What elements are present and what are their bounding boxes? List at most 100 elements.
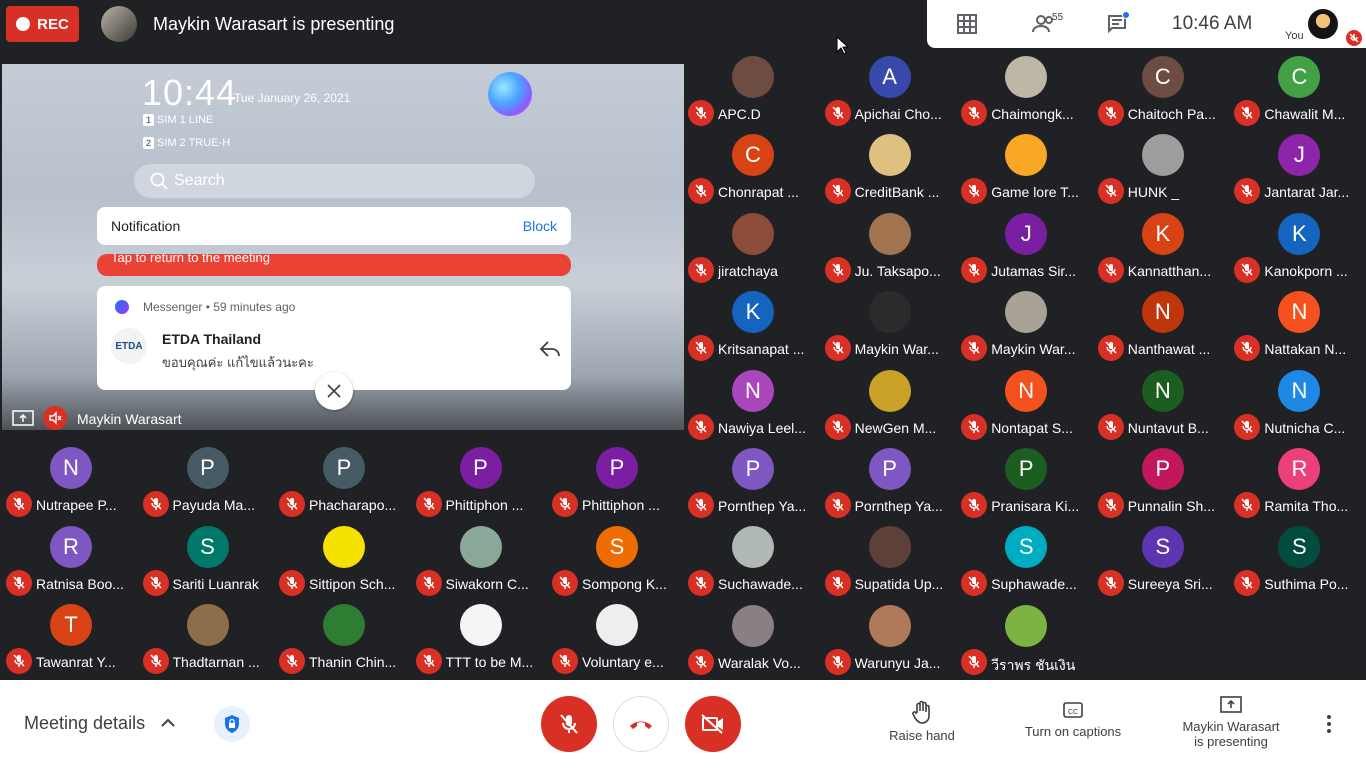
participant-tile[interactable]: Maykin War... — [821, 285, 957, 363]
muted-mic-icon — [961, 178, 988, 205]
participant-tile[interactable]: Thadtarnan ... — [139, 598, 275, 676]
participant-tile[interactable]: วีราพร ชันเงิน — [957, 599, 1093, 677]
participant-tile[interactable]: N Nanthawat ... — [1094, 285, 1230, 363]
bottom-toolbar: Meeting details Raise hand CC Turn on ca… — [0, 680, 1366, 768]
participant-tile[interactable]: P Payuda Ma... — [139, 441, 275, 519]
shield-lock-icon — [225, 715, 239, 733]
participant-tile[interactable]: N Nattakan N... — [1230, 285, 1366, 363]
meeting-details-button[interactable]: Meeting details — [24, 713, 145, 734]
camera-toggle-button[interactable] — [685, 696, 741, 752]
chevron-up-icon[interactable] — [160, 718, 176, 728]
participant-tile[interactable]: K Kannatthan... — [1094, 207, 1230, 285]
captions-icon: CC — [1063, 702, 1083, 718]
participant-tile[interactable]: Sittipon Sch... — [275, 520, 411, 598]
participant-tile[interactable]: P Phittiphon ... — [412, 441, 548, 519]
participant-tile[interactable]: A Apichai Cho... — [821, 50, 957, 128]
participant-tile[interactable]: Ju. Taksapo... — [821, 207, 957, 285]
participant-tile[interactable]: C Chonrapat ... — [684, 128, 820, 206]
muted-mic-icon — [688, 100, 714, 126]
participant-avatar — [868, 526, 911, 569]
participant-tile[interactable]: Supatida Up... — [821, 520, 957, 598]
participant-tile[interactable]: TTT to be M... — [412, 598, 548, 676]
participant-tile[interactable]: Maykin War... — [957, 285, 1093, 363]
muted-mic-icon — [824, 492, 851, 518]
muted-mic-icon — [824, 335, 851, 362]
participant-tile[interactable]: N Nontapat S... — [957, 364, 1093, 442]
participant-tile[interactable]: S Sariti Luanrak — [139, 520, 275, 598]
participant-tile[interactable]: Warunyu Ja... — [821, 599, 957, 677]
participant-avatar: N — [50, 447, 92, 489]
participant-tile[interactable]: Game lore T... — [957, 128, 1093, 206]
participant-tile[interactable]: K Kanokporn ... — [1230, 207, 1366, 285]
participant-name: Nuntavut B... — [1127, 419, 1209, 436]
muted-mic-icon — [688, 256, 714, 283]
participant-tile[interactable]: N Nawiya Leel... — [684, 364, 820, 442]
participant-avatar — [1005, 56, 1048, 98]
participant-tile[interactable]: Voluntary e... — [548, 598, 684, 676]
rec-label: REC — [37, 15, 69, 33]
participant-tile[interactable]: Suchawade... — [684, 520, 820, 598]
participant-tile[interactable]: jiratchaya — [684, 207, 820, 285]
participant-count: 55 — [1052, 12, 1064, 23]
participant-avatar — [868, 369, 911, 412]
participant-avatar: R — [50, 525, 92, 568]
participant-name: Game lore T... — [991, 184, 1079, 201]
participant-tile[interactable]: N Nuntavut B... — [1094, 364, 1230, 442]
svg-text:CC: CC — [1068, 709, 1078, 716]
message-text: ขอบคุณค่ะ แก้ไขแล้วนะคะ — [162, 355, 314, 370]
presentation-screen[interactable]: 10:44 Tue January 26, 2021 1 SIM 1 LINE 2… — [2, 64, 684, 430]
host-controls-button[interactable] — [214, 706, 250, 742]
participant-tile[interactable]: C Chaitoch Pa... — [1094, 50, 1230, 128]
participant-avatar — [868, 134, 911, 177]
participant-tile[interactable]: Chaimongk... — [957, 50, 1093, 128]
participant-tile[interactable]: R Ratnisa Boo... — [2, 520, 138, 598]
participant-tile[interactable]: N Nutnicha C... — [1230, 364, 1366, 442]
participant-tile[interactable]: Siwakorn C... — [412, 520, 548, 598]
participant-avatar: N — [1278, 369, 1321, 412]
participant-tile[interactable]: P Phittiphon ... — [548, 441, 684, 519]
participant-tile[interactable]: Waralak Vo... — [684, 599, 820, 677]
participant-tile[interactable]: S Sompong K... — [548, 520, 684, 598]
participant-name: Waralak Vo... — [718, 654, 801, 671]
captions-button[interactable]: CC Turn on captions — [1018, 700, 1128, 739]
grid-layout-icon[interactable] — [955, 12, 979, 36]
participant-tile[interactable]: Thanin Chin... — [275, 598, 411, 676]
participant-tile[interactable]: J Jantarat Jar... — [1230, 128, 1366, 206]
you-avatar[interactable] — [1308, 9, 1338, 39]
participant-tile[interactable]: P Punnalin Sh... — [1094, 442, 1230, 520]
participant-avatar — [323, 525, 365, 568]
phone-time: 10:44 — [142, 72, 238, 113]
participant-tile[interactable]: T Tawanrat Y... — [2, 598, 138, 676]
participant-tile[interactable]: N Nutrapee P... — [2, 441, 138, 519]
leave-call-button[interactable] — [613, 696, 669, 752]
raise-hand-button[interactable]: Raise hand — [888, 700, 956, 743]
participant-tile[interactable]: P Phacharapo... — [275, 441, 411, 519]
participant-tile[interactable]: S Sureeya Sri... — [1094, 520, 1230, 598]
participant-tile[interactable]: S Suphawade... — [957, 520, 1093, 598]
muted-mic-icon — [552, 491, 578, 517]
presentation-status-button[interactable]: Maykin Warasart is presenting — [1172, 695, 1290, 749]
participant-tile[interactable]: K Kritsanapat ... — [684, 285, 820, 363]
participant-tile[interactable]: J Jutamas Sir... — [957, 207, 1093, 285]
participant-tile[interactable]: C Chawalit M... — [1230, 50, 1366, 128]
participant-tile[interactable]: NewGen M... — [821, 364, 957, 442]
participant-tile[interactable]: P Pornthep Ya... — [821, 442, 957, 520]
participant-avatar: A — [868, 56, 911, 98]
notification-label: Notification — [111, 218, 181, 234]
participant-tile[interactable]: APC.D — [684, 50, 820, 128]
participant-name: Maykin War... — [854, 341, 939, 358]
participant-name: Sittipon Sch... — [309, 575, 396, 592]
participant-tile[interactable]: P Pornthep Ya... — [684, 442, 820, 520]
participant-avatar: N — [1278, 291, 1321, 334]
participant-tile[interactable]: R Ramita Tho... — [1230, 442, 1366, 520]
participant-avatar — [868, 291, 911, 334]
participant-avatar: S — [1141, 526, 1184, 569]
participant-tile[interactable]: S Suthima Po... — [1230, 520, 1366, 598]
participant-name: HUNK _ — [1127, 184, 1180, 201]
participant-avatar: N — [732, 369, 774, 412]
participant-tile[interactable]: P Pranisara Ki... — [957, 442, 1093, 520]
more-options-icon[interactable] — [1326, 714, 1332, 734]
microphone-toggle-button[interactable] — [541, 696, 597, 752]
participant-tile[interactable]: CreditBank ... — [821, 128, 957, 206]
participant-tile[interactable]: HUNK _ — [1094, 128, 1230, 206]
